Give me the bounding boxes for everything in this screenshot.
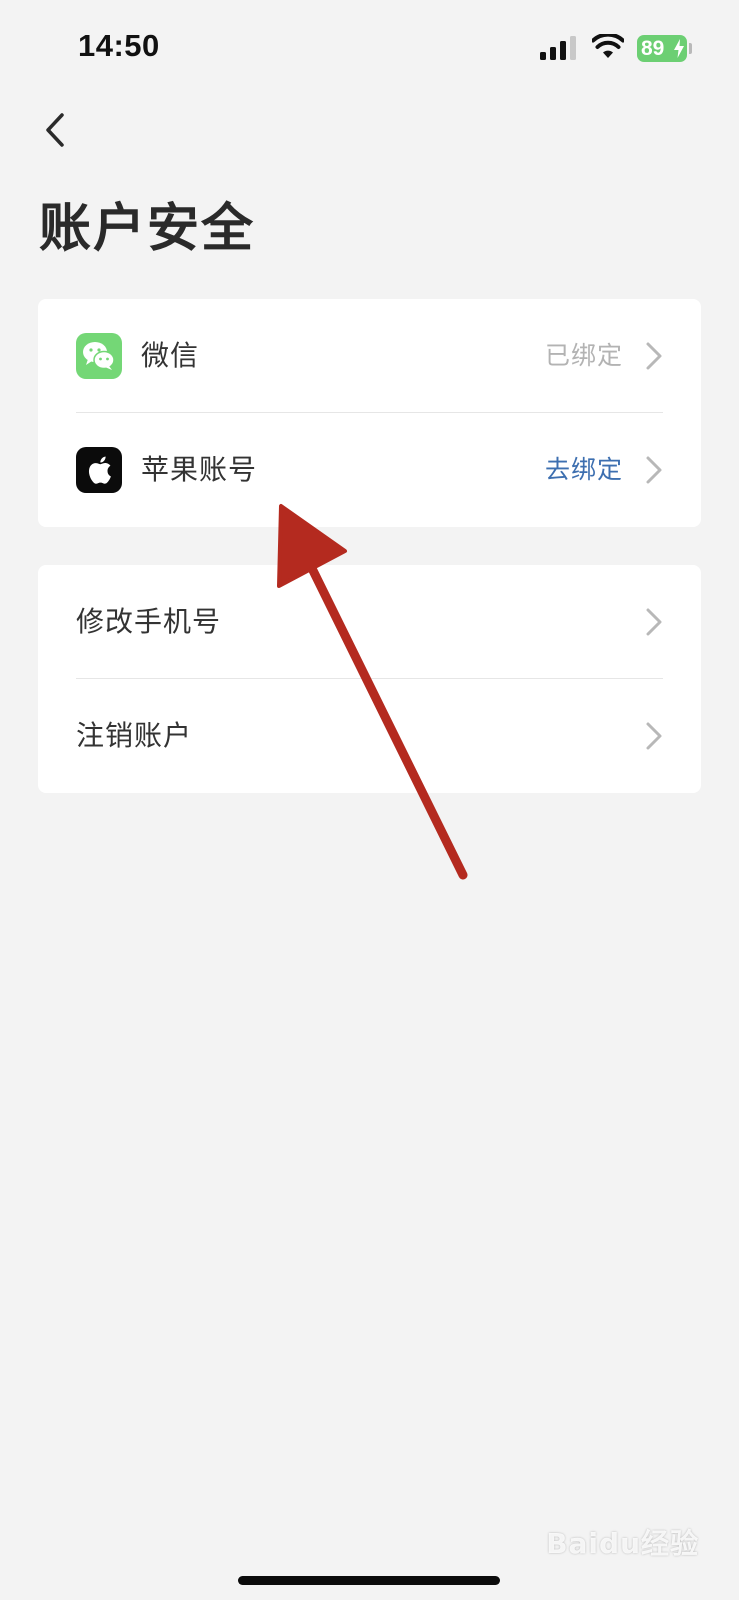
battery-tip bbox=[689, 43, 692, 54]
change-phone-row[interactable]: 修改手机号 bbox=[38, 565, 701, 678]
chevron-right-icon bbox=[646, 608, 662, 636]
signal-icon bbox=[540, 36, 576, 60]
status-bar: 14:50 89 bbox=[0, 0, 739, 96]
bindings-card: 微信 已绑定 苹果账号 去绑定 bbox=[38, 299, 701, 527]
wechat-binding-row[interactable]: 微信 已绑定 bbox=[38, 299, 701, 412]
charging-bolt-icon bbox=[674, 39, 684, 58]
chevron-right-icon bbox=[646, 456, 662, 484]
account-card: 修改手机号 注销账户 bbox=[38, 565, 701, 793]
deactivate-account-label: 注销账户 bbox=[76, 719, 193, 752]
wechat-label: 微信 bbox=[141, 339, 200, 372]
page-title: 账户安全 bbox=[39, 199, 256, 259]
wechat-icon bbox=[76, 333, 122, 379]
change-phone-label: 修改手机号 bbox=[76, 605, 222, 638]
status-time: 14:50 bbox=[78, 28, 160, 63]
chevron-right-icon bbox=[646, 722, 662, 750]
apple-label: 苹果账号 bbox=[141, 453, 258, 486]
apple-bind-link[interactable]: 去绑定 bbox=[545, 413, 623, 526]
battery-icon: 89 bbox=[637, 35, 687, 62]
apple-icon bbox=[76, 447, 122, 493]
baidu-watermark: Baidu经验 bbox=[546, 1527, 699, 1560]
chevron-right-icon bbox=[646, 342, 662, 370]
battery-level: 89 bbox=[641, 37, 665, 60]
wechat-status: 已绑定 bbox=[544, 341, 623, 370]
deactivate-account-row[interactable]: 注销账户 bbox=[38, 679, 701, 792]
chevron-left-icon bbox=[46, 113, 64, 147]
home-indicator[interactable] bbox=[238, 1576, 500, 1585]
wifi-icon bbox=[592, 34, 624, 58]
apple-binding-row[interactable]: 苹果账号 去绑定 bbox=[38, 413, 701, 526]
back-button[interactable] bbox=[30, 105, 80, 155]
